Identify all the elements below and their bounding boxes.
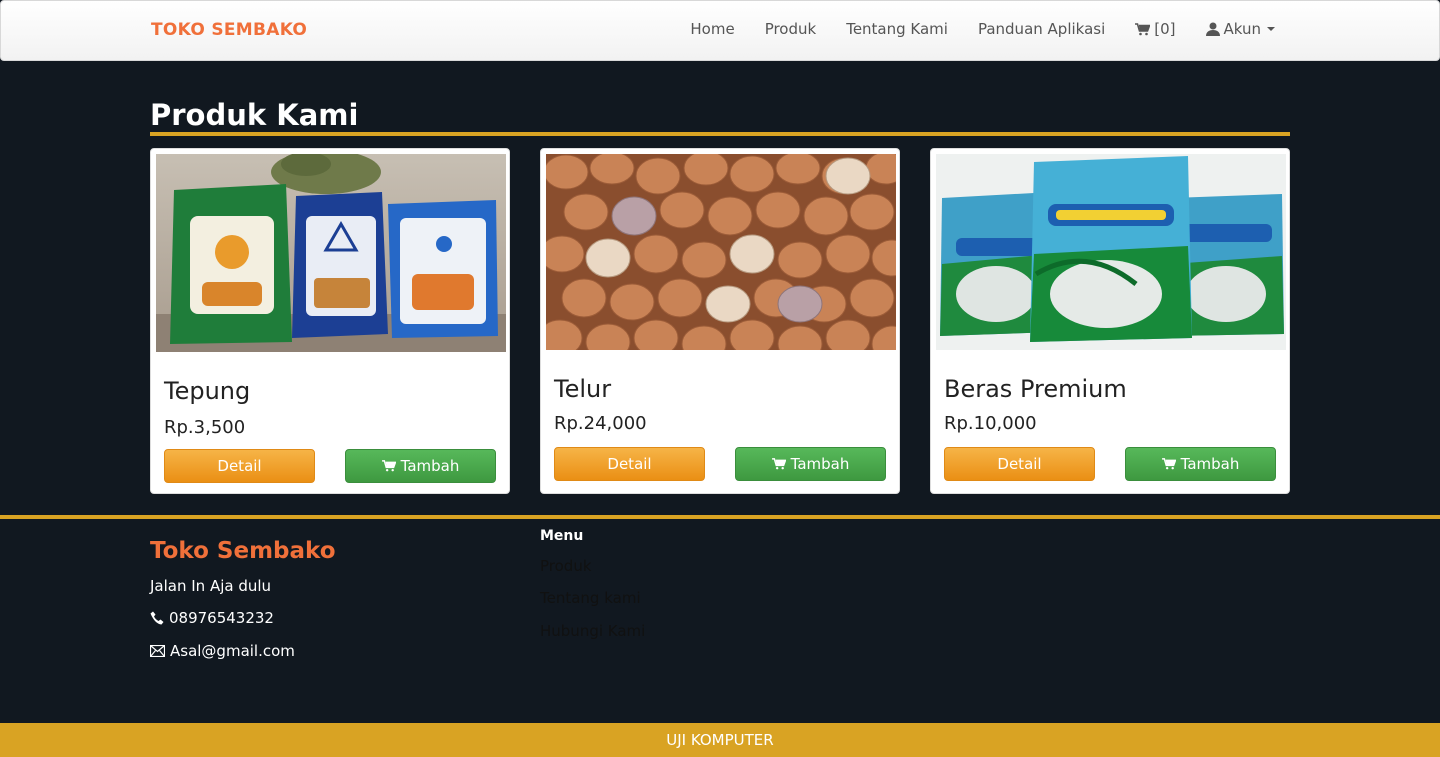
cart-icon — [1161, 458, 1176, 470]
title-divider — [150, 132, 1290, 136]
brand-logo[interactable]: TOKO SEMBAKO — [151, 20, 307, 40]
product-name: Beras Premium — [944, 375, 1127, 403]
product-image-tepung — [156, 154, 506, 352]
product-image-beras-premium — [936, 154, 1286, 350]
footer-email-address: Asal@gmail.com — [170, 642, 295, 660]
nav-account-dropdown[interactable]: Akun — [1205, 20, 1275, 38]
add-to-cart-button[interactable]: Tambah — [1125, 447, 1276, 481]
product-name: Tepung — [164, 377, 251, 405]
detail-button[interactable]: Detail — [164, 449, 315, 483]
nav-cart[interactable]: [0] — [1135, 20, 1176, 38]
user-icon — [1205, 22, 1220, 36]
caret-down-icon — [1267, 27, 1275, 31]
add-button-label: Tambah — [400, 457, 460, 475]
detail-button[interactable]: Detail — [944, 447, 1095, 481]
add-button-label: Tambah — [1180, 455, 1240, 473]
footer-menu-tentang-kami[interactable]: Tentang kami — [540, 589, 641, 607]
footer-phone: 08976543232 — [150, 609, 274, 627]
footer-menu-title: Menu — [540, 528, 584, 544]
footer-address: Jalan In Aja dulu — [150, 577, 272, 595]
nav-links: Home Produk Tentang Kami Panduan Aplikas… — [660, 20, 1275, 38]
nav-tentang-kami[interactable]: Tentang Kami — [846, 20, 948, 38]
cart-count: [0] — [1154, 20, 1176, 38]
product-price: Rp.10,000 — [944, 413, 1037, 434]
nav-panduan-aplikasi[interactable]: Panduan Aplikasi — [978, 20, 1105, 38]
footer-email: Asal@gmail.com — [150, 642, 295, 660]
add-to-cart-button[interactable]: Tambah — [735, 447, 886, 481]
page-title: Produk Kami — [150, 98, 359, 132]
footer-brand: Toko Sembako — [150, 538, 336, 564]
product-price: Rp.24,000 — [554, 413, 647, 434]
footer-divider — [0, 515, 1440, 519]
footer-menu-produk[interactable]: Produk — [540, 557, 592, 575]
bottom-bar: UJI KOMPUTER — [0, 723, 1440, 757]
nav-home[interactable]: Home — [690, 20, 734, 38]
product-image-telur — [546, 154, 896, 350]
cart-icon — [1135, 22, 1151, 35]
cart-icon — [381, 460, 396, 472]
footer-menu-hubungi-kami[interactable]: Hubungi Kami — [540, 622, 645, 640]
add-to-cart-button[interactable]: Tambah — [345, 449, 496, 483]
envelope-icon — [150, 645, 165, 657]
product-price: Rp.3,500 — [164, 417, 246, 438]
navbar: TOKO SEMBAKO Home Produk Tentang Kami Pa… — [0, 0, 1440, 61]
detail-button[interactable]: Detail — [554, 447, 705, 481]
product-card-telur: Telur Rp.24,000 Detail Tambah — [540, 148, 900, 494]
phone-icon — [150, 611, 164, 625]
add-button-label: Tambah — [790, 455, 850, 473]
cart-icon — [771, 458, 786, 470]
nav-produk[interactable]: Produk — [765, 20, 817, 38]
footer-phone-number: 08976543232 — [169, 609, 274, 627]
account-label: Akun — [1223, 20, 1262, 38]
product-card-beras-premium: Beras Premium Rp.10,000 Detail Tambah — [930, 148, 1290, 494]
product-card-tepung: Tepung Rp.3,500 Detail Tambah — [150, 148, 510, 494]
product-name: Telur — [554, 375, 612, 403]
